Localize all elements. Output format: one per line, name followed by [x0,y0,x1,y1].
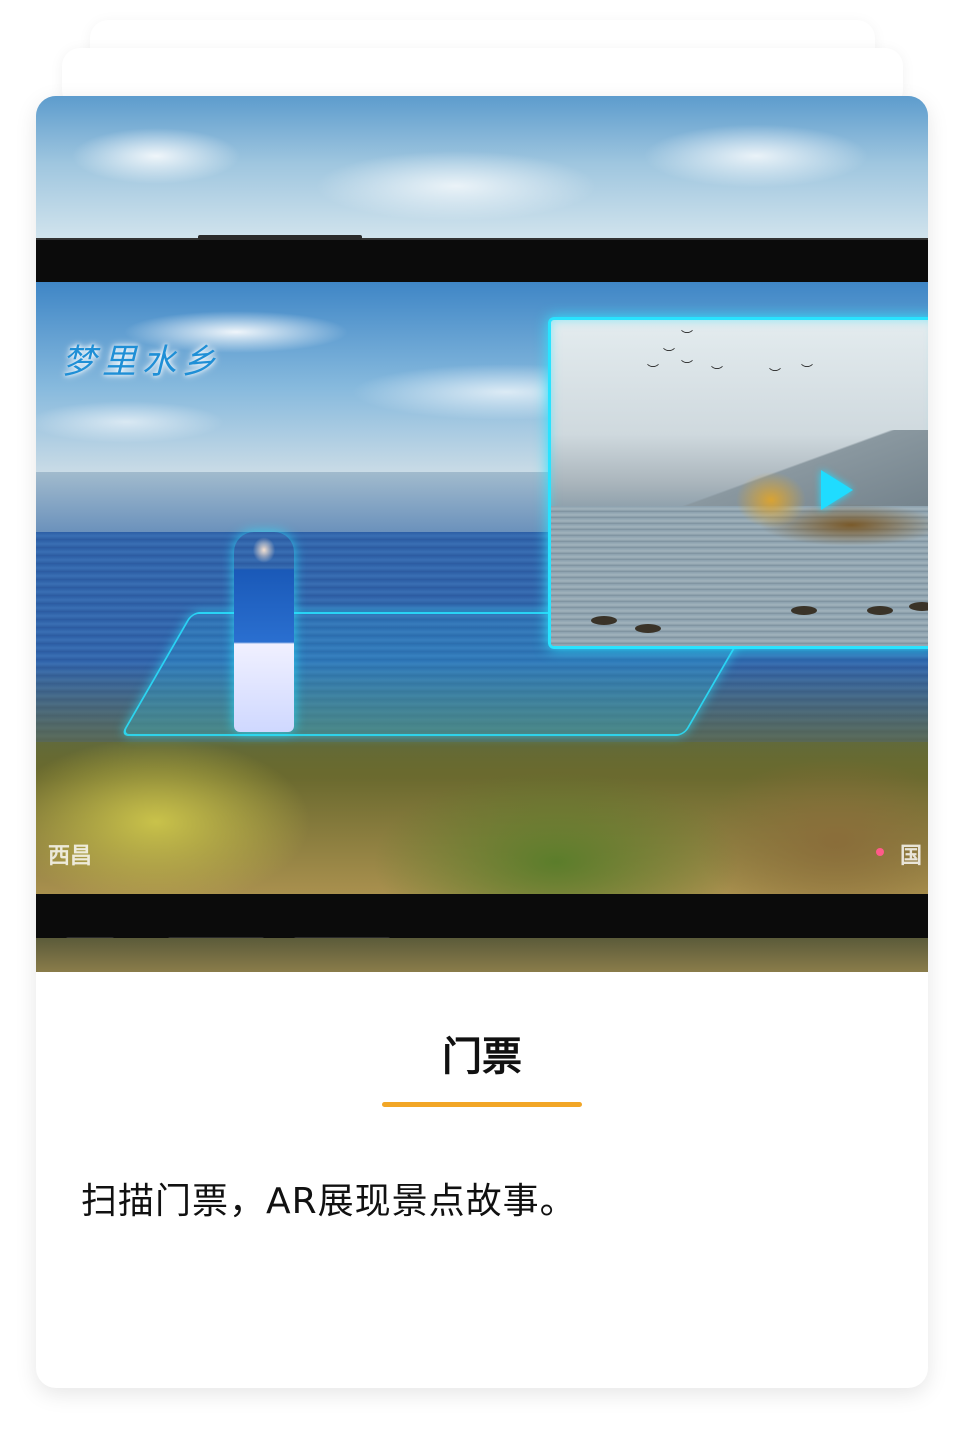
corner-watermark-right: 国 [899,844,922,869]
bird-icon: ︶ [647,363,660,377]
title-underline [382,1102,582,1107]
bird-icon: ︶ [711,365,724,379]
phone-side-button [198,235,362,240]
card-description: 扫描门票，AR展现景点故事。 [81,1181,577,1222]
corner-dot [876,848,884,856]
bird-icon: ︶ [769,367,782,381]
corner-watermark-left: 西昌 [48,844,93,869]
brand-overlay-text: 梦里水乡 [62,342,222,382]
bird-icon: ︶ [663,347,676,361]
duck [867,606,893,615]
background-sky [36,96,928,246]
feature-card: 梦里水乡 ︶ ︶ ︶ ︶ ︶ ︶ ︶ 西昌 国 门票 扫描门票，AR展现景点故事… [36,96,928,1388]
phone-screen-ar-view[interactable]: 梦里水乡 ︶ ︶ ︶ ︶ ︶ ︶ ︶ 西昌 国 [36,282,928,894]
card-title: 门票 [442,1034,522,1080]
panel-island [701,470,928,550]
phone-device: 梦里水乡 ︶ ︶ ︶ ︶ ︶ ︶ ︶ 西昌 国 [36,235,928,942]
bird-icon: ︶ [681,359,694,373]
duck [909,602,928,611]
duck [791,606,817,615]
ar-video-panel[interactable]: ︶ ︶ ︶ ︶ ︶ ︶ ︶ [548,317,928,649]
hologram-figure [234,532,294,732]
play-icon[interactable] [821,470,853,510]
bird-icon: ︶ [801,363,814,377]
duck [591,616,617,625]
hero-photo: 梦里水乡 ︶ ︶ ︶ ︶ ︶ ︶ ︶ 西昌 国 [36,96,928,972]
background-foliage [36,938,928,972]
bird-icon: ︶ [681,329,694,343]
duck [635,624,661,633]
